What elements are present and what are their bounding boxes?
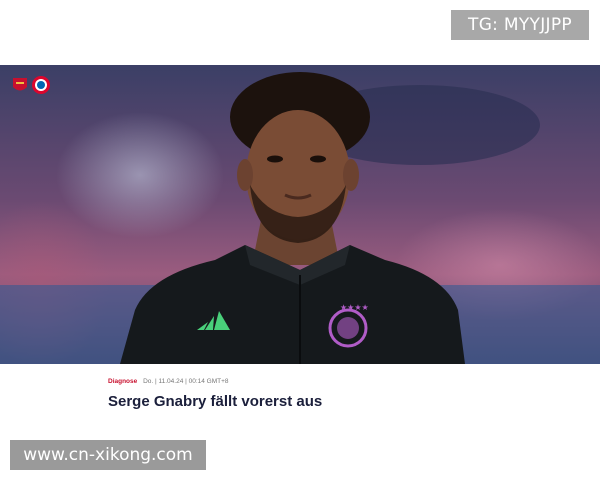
- arsenal-crest-icon: [13, 78, 27, 91]
- watermark-url: www.cn-xikong.com: [10, 440, 206, 470]
- hero-image: ★★★★: [0, 65, 600, 364]
- fc-bayern-crest-icon: [32, 76, 50, 94]
- club-logos: [10, 75, 51, 95]
- player-photo: ★★★★: [0, 72, 600, 364]
- svg-text:★★★★: ★★★★: [340, 303, 369, 312]
- article-date: Do. | 11.04.24 | 00:14 GMT+8: [143, 378, 229, 385]
- article-category[interactable]: Diagnose: [108, 378, 137, 385]
- watermark-tg: TG: MYYJJPP: [451, 10, 589, 40]
- article-headline[interactable]: Serge Gnabry fällt vorerst aus: [108, 393, 322, 410]
- article-meta: Diagnose Do. | 11.04.24 | 00:14 GMT+8: [108, 378, 229, 385]
